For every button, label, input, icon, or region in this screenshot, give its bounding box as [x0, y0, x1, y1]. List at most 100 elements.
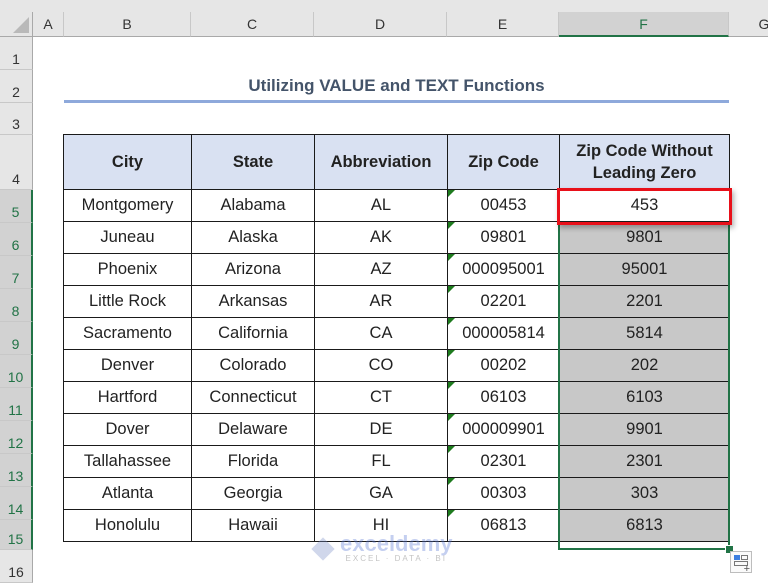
cell-zip[interactable]: 02301	[447, 445, 560, 478]
row-header-11[interactable]: 11	[0, 388, 33, 421]
cell-zip[interactable]: 02201	[447, 285, 560, 318]
cell-result[interactable]: 9901	[559, 413, 730, 446]
cell-zip[interactable]: 000005814	[447, 317, 560, 350]
cell-state-value: Hawaii	[228, 516, 278, 534]
cell-result[interactable]: 6813	[559, 509, 730, 542]
cell-state[interactable]: Georgia	[191, 477, 315, 510]
column-header-f[interactable]: F	[559, 12, 729, 37]
cell-zip[interactable]: 00303	[447, 477, 560, 510]
cell-state[interactable]: California	[191, 317, 315, 350]
row-header-8[interactable]: 8	[0, 289, 33, 322]
column-header-a[interactable]: A	[33, 12, 64, 37]
row-header-12[interactable]: 12	[0, 421, 33, 454]
green-triangle-icon	[448, 286, 455, 293]
green-triangle-icon	[448, 222, 455, 229]
column-header-d[interactable]: D	[314, 12, 447, 37]
cell-result[interactable]: 303	[559, 477, 730, 510]
cell-state[interactable]: Arizona	[191, 253, 315, 286]
cell-result[interactable]: 9801	[559, 221, 730, 254]
row-header-3[interactable]: 3	[0, 103, 33, 135]
table-row: Hartford Connecticut CT 06103 6103	[63, 381, 730, 414]
cell-abbr[interactable]: AZ	[314, 253, 448, 286]
row-header-10[interactable]: 10	[0, 355, 33, 388]
green-triangle-icon	[448, 254, 455, 261]
cell-zip[interactable]: 000095001	[447, 253, 560, 286]
cell-result[interactable]: 2201	[559, 285, 730, 318]
table-row: Montgomery Alabama AL 00453 453	[63, 189, 730, 222]
row-header-5[interactable]: 5	[0, 190, 33, 223]
cell-city[interactable]: Honolulu	[63, 509, 192, 542]
select-all-button[interactable]	[0, 12, 33, 37]
cell-state[interactable]: Alabama	[191, 189, 315, 222]
row-header-2[interactable]: 2	[0, 70, 33, 103]
cell-zip[interactable]: 000009901	[447, 413, 560, 446]
row-header-9[interactable]: 9	[0, 322, 33, 355]
quick-analysis-button[interactable]: +	[730, 551, 752, 575]
cell-result-value: 303	[630, 484, 659, 502]
row-header-6[interactable]: 6	[0, 223, 33, 256]
cell-abbr[interactable]: GA	[314, 477, 448, 510]
cell-city[interactable]: Atlanta	[63, 477, 192, 510]
row-header-14[interactable]: 14	[0, 487, 33, 520]
green-triangle-icon	[448, 190, 455, 197]
cell-abbr[interactable]: FL	[314, 445, 448, 478]
cell-abbr-value: FL	[371, 452, 391, 470]
cell-city[interactable]: Montgomery	[63, 189, 192, 222]
cell-abbr-value: AK	[369, 228, 392, 246]
cell-abbr[interactable]: CO	[314, 349, 448, 382]
cell-state[interactable]: Hawaii	[191, 509, 315, 542]
header-city[interactable]: City	[63, 134, 192, 190]
header-state[interactable]: State	[191, 134, 315, 190]
cell-result[interactable]: 453	[559, 189, 730, 222]
table-header-row: City State Abbreviation Zip Code Zip Cod…	[63, 134, 730, 190]
cell-result[interactable]: 202	[559, 349, 730, 382]
sheet-title: Utilizing VALUE and TEXT Functions	[248, 76, 545, 95]
cell-abbr[interactable]: AK	[314, 221, 448, 254]
cell-state[interactable]: Colorado	[191, 349, 315, 382]
cell-abbr[interactable]: CA	[314, 317, 448, 350]
cell-city-value: Dover	[105, 420, 150, 438]
cell-abbr[interactable]: AR	[314, 285, 448, 318]
row-header-13[interactable]: 13	[0, 454, 33, 487]
cell-city[interactable]: Sacramento	[63, 317, 192, 350]
row-header-7[interactable]: 7	[0, 256, 33, 289]
cell-city[interactable]: Phoenix	[63, 253, 192, 286]
header-zip-without-zero[interactable]: Zip Code Without Leading Zero	[559, 134, 730, 190]
cell-result[interactable]: 6103	[559, 381, 730, 414]
cell-zip[interactable]: 00202	[447, 349, 560, 382]
column-header-e[interactable]: E	[447, 12, 559, 37]
cell-city[interactable]: Juneau	[63, 221, 192, 254]
row-header-16[interactable]: 16	[0, 550, 33, 583]
column-header-c[interactable]: C	[191, 12, 314, 37]
cell-result-value: 202	[630, 356, 659, 374]
cell-city[interactable]: Hartford	[63, 381, 192, 414]
cell-city[interactable]: Little Rock	[63, 285, 192, 318]
cell-result-value: 2301	[626, 452, 663, 470]
cell-result[interactable]: 95001	[559, 253, 730, 286]
cell-state[interactable]: Arkansas	[191, 285, 315, 318]
cell-city[interactable]: Dover	[63, 413, 192, 446]
row-header-4[interactable]: 4	[0, 135, 33, 190]
cell-city[interactable]: Denver	[63, 349, 192, 382]
header-zip-code[interactable]: Zip Code	[447, 134, 560, 190]
cell-zip[interactable]: 09801	[447, 221, 560, 254]
cell-abbr[interactable]: DE	[314, 413, 448, 446]
cell-zip[interactable]: 00453	[447, 189, 560, 222]
cell-state[interactable]: Delaware	[191, 413, 315, 446]
cell-result[interactable]: 5814	[559, 317, 730, 350]
cell-zip[interactable]: 06103	[447, 381, 560, 414]
cell-state[interactable]: Florida	[191, 445, 315, 478]
header-abbreviation[interactable]: Abbreviation	[314, 134, 448, 190]
column-header-g[interactable]: G	[729, 12, 768, 37]
column-header-b[interactable]: B	[64, 12, 191, 37]
cell-city-value: Honolulu	[94, 516, 161, 534]
cell-abbr[interactable]: CT	[314, 381, 448, 414]
cell-result[interactable]: 2301	[559, 445, 730, 478]
cell-zip[interactable]: 06813	[447, 509, 560, 542]
cell-city[interactable]: Tallahassee	[63, 445, 192, 478]
row-header-1[interactable]: 1	[0, 37, 33, 70]
row-header-15[interactable]: 15	[0, 520, 33, 550]
cell-state[interactable]: Connecticut	[191, 381, 315, 414]
cell-abbr[interactable]: AL	[314, 189, 448, 222]
cell-state[interactable]: Alaska	[191, 221, 315, 254]
